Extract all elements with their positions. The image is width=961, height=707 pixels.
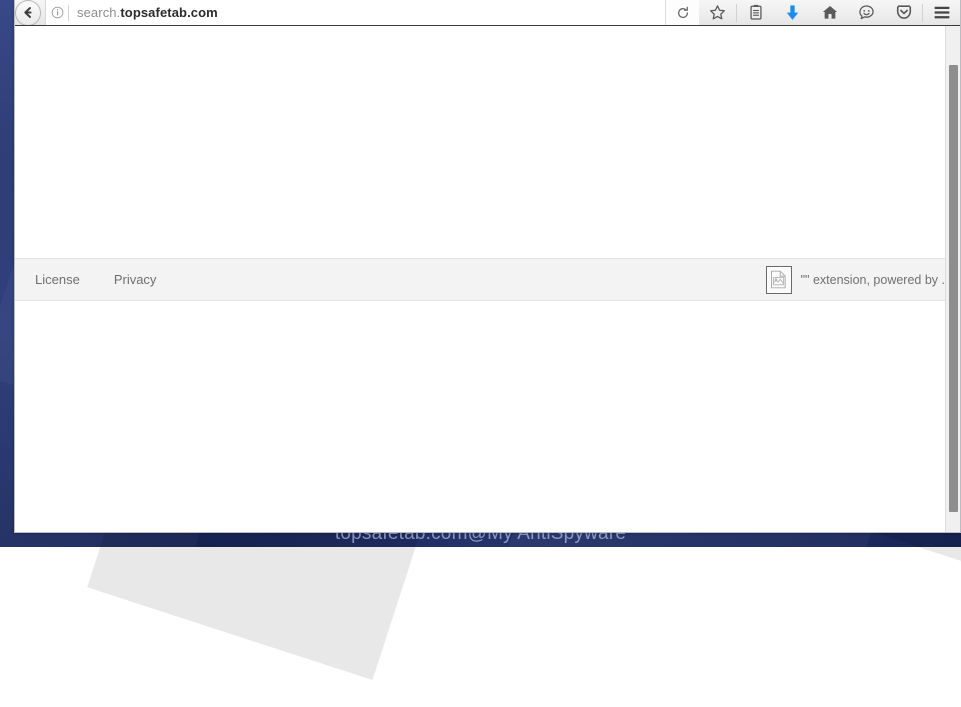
url-text: search.topsafetab.com: [77, 5, 665, 20]
back-button[interactable]: [15, 0, 41, 26]
browser-window: search.topsafetab.com License Privacy ""…: [14, 0, 961, 533]
url-bar[interactable]: search.topsafetab.com: [45, 0, 699, 26]
hamburger-menu-icon[interactable]: [923, 0, 960, 26]
footer-attribution: "" extension, powered by .: [765, 265, 945, 294]
scrollbar-thumb[interactable]: [949, 65, 958, 512]
page-content: Search License Privacy: [15, 26, 960, 532]
footer-link-privacy[interactable]: Privacy: [114, 272, 157, 287]
info-circle-icon[interactable]: [46, 6, 68, 19]
browser-toolbar: search.topsafetab.com: [15, 0, 960, 26]
home-icon[interactable]: [811, 0, 848, 26]
feedback-smiley-icon[interactable]: [848, 0, 885, 26]
page-footer: License Privacy "" extension, powered by…: [15, 258, 945, 301]
pocket-icon[interactable]: [885, 0, 922, 26]
url-domain: topsafetab.com: [120, 5, 218, 20]
broken-image-icon: [765, 265, 792, 294]
url-separator: [68, 4, 69, 21]
url-prefix: search.: [77, 5, 121, 20]
toolbar-icon-group: [699, 0, 960, 26]
bookmark-star-icon[interactable]: [699, 0, 736, 26]
page-scroll-area: Search License Privacy: [15, 26, 945, 532]
footer-link-license[interactable]: License: [35, 272, 80, 287]
vertical-scrollbar[interactable]: [945, 26, 960, 532]
page-blank-below-footer: [15, 301, 945, 532]
footer-note-text: "" extension, powered by .: [800, 272, 945, 287]
search-hero-area: Search: [15, 26, 945, 287]
library-icon[interactable]: [737, 0, 774, 26]
reload-button[interactable]: [665, 0, 699, 26]
download-icon[interactable]: [774, 0, 811, 26]
footer-link-group: License Privacy: [15, 272, 156, 287]
